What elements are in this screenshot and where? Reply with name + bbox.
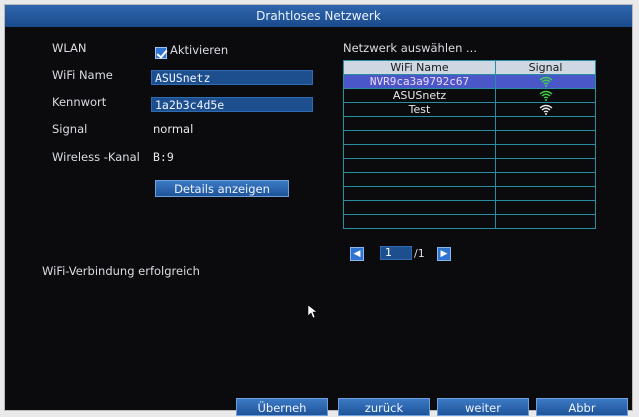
wifi-signal-icon	[539, 76, 552, 87]
wireless-network-dialog: Drahtloses Netzwerk WLAN Aktivieren WiFi…	[5, 5, 632, 416]
empty-cell	[495, 200, 596, 215]
signal-value: normal	[153, 122, 194, 136]
dialog-title: Drahtloses Netzwerk	[5, 5, 632, 27]
empty-cell	[495, 186, 596, 201]
wifi-signal-icon	[539, 90, 552, 101]
network-row[interactable]: Test	[343, 102, 596, 117]
apply-button[interactable]: Überneh	[236, 398, 328, 416]
channel-value: B:9	[153, 150, 174, 164]
empty-cell	[343, 214, 496, 229]
empty-cell	[495, 214, 596, 229]
mouse-cursor-icon	[308, 305, 317, 319]
signal-cell	[495, 88, 596, 103]
column-header-wifi-name: WiFi Name	[343, 60, 496, 75]
empty-network-row[interactable]	[343, 144, 596, 159]
network-name: Test	[343, 102, 496, 117]
network-row[interactable]: NVR9ca3a9792c67	[343, 74, 596, 89]
empty-cell	[495, 116, 596, 131]
empty-cell	[495, 130, 596, 145]
empty-network-row[interactable]	[343, 172, 596, 187]
network-name: NVR9ca3a9792c67	[343, 74, 496, 89]
empty-cell	[343, 186, 496, 201]
empty-cell	[495, 172, 596, 187]
empty-cell	[495, 144, 596, 159]
empty-cell	[343, 116, 496, 131]
empty-cell	[343, 158, 496, 173]
empty-network-row[interactable]	[343, 214, 596, 229]
page-total: /1	[414, 247, 425, 260]
wlan-enable-label[interactable]: Aktivieren	[170, 43, 228, 57]
wlan-enable-checkbox[interactable]	[155, 47, 167, 59]
network-table: WiFi Name Signal NVR9ca3a9792c67 ASUSnetz…	[343, 60, 596, 229]
channel-label: Wireless -Kanal	[52, 150, 140, 164]
empty-cell	[343, 172, 496, 187]
network-name: ASUSnetz	[343, 88, 496, 103]
page-number-input[interactable]: 1	[380, 246, 412, 260]
chevron-right-icon[interactable]: ▶	[437, 247, 451, 261]
status-message: WiFi-Verbindung erfolgreich	[42, 264, 200, 278]
empty-network-row[interactable]	[343, 200, 596, 215]
empty-cell	[343, 130, 496, 145]
empty-network-row[interactable]	[343, 186, 596, 201]
next-button[interactable]: weiter	[437, 398, 529, 416]
empty-cell	[343, 144, 496, 159]
empty-network-row[interactable]	[343, 130, 596, 145]
network-select-heading: Netzwerk auswählen ...	[343, 41, 477, 55]
cancel-button[interactable]: Abbr	[536, 398, 628, 416]
empty-cell	[495, 158, 596, 173]
empty-cell	[343, 200, 496, 215]
empty-network-row[interactable]	[343, 116, 596, 131]
column-header-signal: Signal	[495, 60, 596, 75]
signal-label: Signal	[52, 122, 88, 136]
signal-cell	[495, 102, 596, 117]
chevron-left-icon[interactable]: ◀	[350, 247, 364, 261]
wifi-name-input[interactable]: ASUSnetz	[151, 70, 313, 85]
password-input[interactable]: 1a2b3c4d5e	[151, 97, 313, 112]
password-label: Kennwort	[52, 95, 107, 109]
network-row[interactable]: ASUSnetz	[343, 88, 596, 103]
signal-cell	[495, 74, 596, 89]
back-button[interactable]: zurück	[338, 398, 430, 416]
wifi-signal-icon	[539, 104, 552, 115]
wifi-name-label: WiFi Name	[52, 68, 113, 82]
details-button[interactable]: Details anzeigen	[155, 180, 289, 197]
empty-network-row[interactable]	[343, 158, 596, 173]
wlan-label: WLAN	[52, 41, 87, 55]
